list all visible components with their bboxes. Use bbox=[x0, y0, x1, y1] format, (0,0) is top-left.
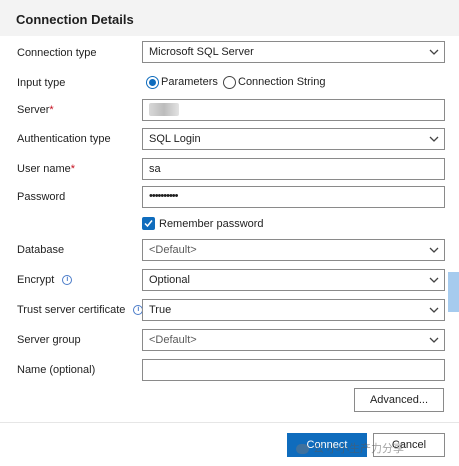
footer-divider bbox=[0, 422, 459, 423]
trust-server-certificate-value: True bbox=[149, 304, 172, 316]
server-group-value: <Default> bbox=[149, 334, 197, 346]
redacted-server-value bbox=[149, 103, 179, 116]
chevron-down-icon bbox=[429, 307, 439, 313]
user-name-value: sa bbox=[149, 163, 161, 175]
server-input[interactable] bbox=[142, 99, 445, 121]
trust-server-certificate-label: Trust server certificate i bbox=[17, 304, 144, 316]
checkmark-icon bbox=[144, 220, 153, 228]
name-optional-label: Name (optional) bbox=[17, 364, 96, 376]
name-optional-input[interactable] bbox=[142, 359, 445, 381]
parameters-radio-label[interactable]: Parameters bbox=[161, 76, 218, 88]
user-name-label-text: User name bbox=[17, 163, 71, 175]
connection-type-value: Microsoft SQL Server bbox=[149, 46, 254, 58]
required-marker: * bbox=[70, 163, 76, 175]
watermark: 公 小小生产力分享 bbox=[296, 440, 404, 456]
user-name-label: User name* bbox=[17, 163, 75, 175]
dialog-header: Connection Details bbox=[0, 0, 459, 36]
watermark-text: 公 小小生产力分享 bbox=[313, 443, 405, 455]
dialog-title: Connection Details bbox=[16, 12, 134, 27]
encrypt-value: Optional bbox=[149, 274, 190, 286]
password-label: Password bbox=[17, 191, 66, 203]
database-value: <Default> bbox=[149, 244, 197, 256]
scroll-indicator[interactable] bbox=[448, 272, 459, 312]
connection-type-select[interactable]: Microsoft SQL Server bbox=[142, 41, 445, 63]
server-group-label: Server group bbox=[17, 334, 81, 346]
encrypt-select[interactable]: Optional bbox=[142, 269, 445, 291]
database-select[interactable]: <Default> bbox=[142, 239, 445, 261]
chevron-down-icon bbox=[429, 247, 439, 253]
authentication-type-label: Authentication type bbox=[17, 133, 111, 145]
connection-string-radio[interactable] bbox=[223, 76, 236, 89]
authentication-type-select[interactable]: SQL Login bbox=[142, 128, 445, 150]
connection-string-radio-label[interactable]: Connection String bbox=[238, 76, 325, 88]
trust-server-certificate-label-text: Trust server certificate bbox=[17, 304, 126, 316]
connection-dialog: Connection Details Connection type Micro… bbox=[0, 0, 459, 466]
required-marker: * bbox=[49, 104, 54, 116]
encrypt-label: Encrypt i bbox=[17, 274, 73, 286]
server-group-select[interactable]: <Default> bbox=[142, 329, 445, 351]
chevron-down-icon bbox=[429, 49, 439, 55]
info-icon[interactable]: i bbox=[62, 275, 73, 286]
server-label: Server* bbox=[17, 104, 54, 116]
remember-password-label[interactable]: Remember password bbox=[159, 218, 264, 230]
parameters-radio[interactable] bbox=[146, 76, 159, 89]
input-type-label: Input type bbox=[17, 77, 66, 89]
password-value: •••••••••• bbox=[149, 190, 178, 202]
wechat-logo-icon bbox=[296, 444, 309, 455]
encrypt-label-text: Encrypt bbox=[17, 274, 55, 286]
user-name-input[interactable]: sa bbox=[142, 158, 445, 180]
database-label: Database bbox=[17, 244, 65, 256]
advanced-button[interactable]: Advanced... bbox=[354, 388, 444, 412]
password-input[interactable]: •••••••••• bbox=[142, 186, 445, 208]
chevron-down-icon bbox=[429, 337, 439, 343]
trust-server-certificate-select[interactable]: True bbox=[142, 299, 445, 321]
server-label-text: Server bbox=[17, 104, 50, 116]
connection-type-label: Connection type bbox=[17, 47, 97, 59]
chevron-down-icon bbox=[429, 277, 439, 283]
remember-password-checkbox[interactable] bbox=[142, 217, 155, 230]
chevron-down-icon bbox=[429, 136, 439, 142]
authentication-type-value: SQL Login bbox=[149, 133, 201, 145]
